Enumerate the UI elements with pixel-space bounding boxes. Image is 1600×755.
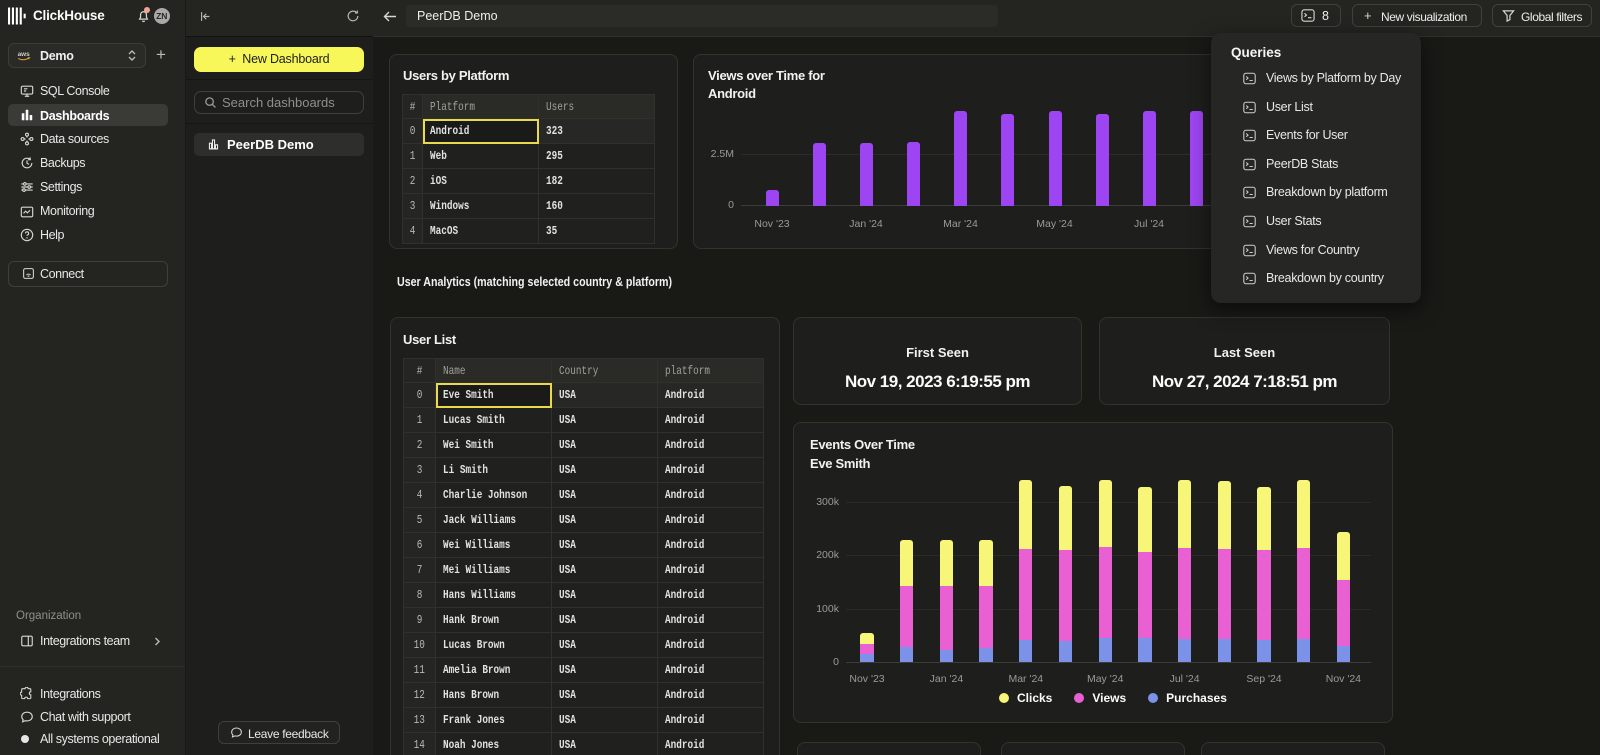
svg-text:aws: aws <box>18 51 31 58</box>
